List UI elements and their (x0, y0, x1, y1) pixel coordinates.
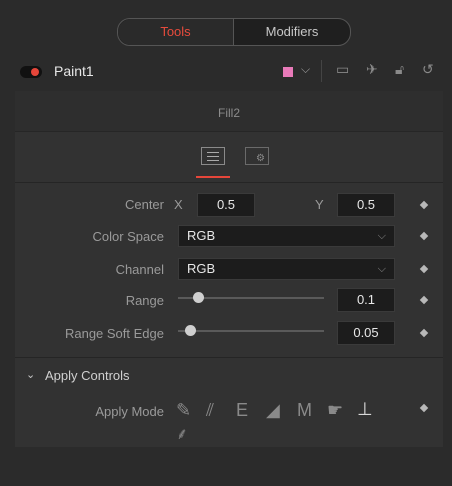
tab-tools[interactable]: Tools (118, 19, 234, 45)
node-enable-toggle[interactable] (20, 66, 42, 78)
range-slider-handle[interactable] (192, 292, 204, 303)
color-space-value: RGB (187, 228, 216, 243)
chevron-down-icon[interactable]: ⌵ (301, 62, 310, 77)
clone-brush-icon[interactable]: ⫽ (206, 400, 214, 420)
color-space-label: Color Space (92, 229, 164, 244)
node-color-swatch[interactable] (283, 67, 293, 77)
node-title: Paint1 (54, 63, 94, 79)
center-y-field[interactable]: 0.5 (337, 193, 395, 217)
controls-tab-icon[interactable] (201, 147, 225, 165)
chevron-down-icon: ⌵ (377, 230, 386, 242)
merge-icon[interactable]: M (297, 400, 312, 420)
range-field[interactable]: 0.1 (337, 288, 395, 312)
channel-dropdown[interactable]: RGB ⌵ (178, 258, 395, 280)
divider (15, 182, 443, 183)
center-y-label: Y (315, 197, 324, 212)
smear-icon[interactable]: ☛ (327, 400, 343, 420)
center-label: Center (124, 197, 164, 212)
channel-value: RGB (187, 261, 216, 276)
channel-label: Channel (115, 262, 164, 277)
stamp-icon[interactable]: ⊥ (357, 399, 373, 419)
reset-icon[interactable]: ↺ (422, 61, 434, 78)
lock-icon[interactable]: 🔓︎ (395, 61, 404, 78)
emboss-icon[interactable]: E (236, 400, 248, 420)
erase-icon[interactable]: ◢ (266, 400, 280, 420)
color-brush-icon[interactable]: ✎ (176, 400, 191, 420)
chevron-down-icon: ⌵ (377, 263, 386, 275)
active-tab-indicator (196, 176, 230, 178)
range-soft-edge-slider-track[interactable] (178, 330, 324, 332)
wire-icon[interactable]: ⸙ (176, 425, 188, 445)
stroke-name: Fill2 (15, 91, 443, 132)
tab-modifiers[interactable]: Modifiers (234, 19, 350, 45)
center-x-label: X (174, 197, 183, 212)
settings-tab-icon[interactable]: ⚙ (245, 147, 269, 165)
range-label: Range (125, 293, 164, 308)
range-soft-edge-field[interactable]: 0.05 (337, 321, 395, 345)
chevron-down-icon[interactable]: ⌄ (26, 368, 35, 381)
center-x-field[interactable]: 0.5 (197, 193, 255, 217)
pin-icon[interactable]: ✈ (366, 61, 378, 78)
color-space-dropdown[interactable]: RGB ⌵ (178, 225, 395, 247)
divider (15, 357, 443, 358)
range-soft-edge-label: Range Soft Edge (64, 326, 164, 341)
header-divider (321, 60, 322, 82)
tab-bar: Tools Modifiers (117, 18, 351, 46)
apply-mode-label: Apply Mode (95, 404, 164, 419)
duplicate-icon[interactable]: ▭ (336, 61, 349, 78)
apply-controls-header[interactable]: Apply Controls (45, 368, 130, 383)
